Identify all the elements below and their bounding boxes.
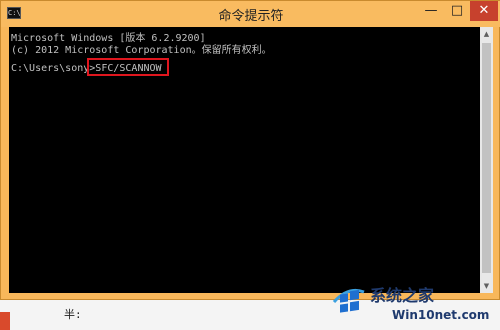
command-prompt-window: C:\ 命令提示符 — □ ✕ Microsoft Windows [版本 6.…	[0, 0, 500, 300]
scroll-up-icon[interactable]: ▲	[480, 27, 493, 41]
close-button[interactable]: ✕	[470, 1, 498, 21]
background-red-badge	[0, 312, 10, 330]
windows-logo-icon	[332, 288, 365, 313]
site-watermark: 系统之家 Win10net.com	[330, 278, 500, 330]
watermark-url: Win10net.com	[392, 308, 490, 322]
command-highlight-box	[87, 58, 169, 76]
maximize-button[interactable]: □	[444, 1, 470, 21]
watermark-site-name: 系统之家	[370, 286, 435, 305]
vertical-scrollbar[interactable]: ▲ ▼	[480, 27, 493, 293]
scrollbar-thumb[interactable]	[482, 43, 491, 273]
console-output[interactable]: Microsoft Windows [版本 6.2.9200] (c) 2012…	[9, 27, 480, 293]
console-line-copyright: (c) 2012 Microsoft Corporation。保留所有权利。	[11, 45, 272, 56]
minimize-button[interactable]: —	[418, 1, 444, 21]
title-bar[interactable]: C:\ 命令提示符 — □ ✕	[1, 1, 500, 27]
console-prompt: C:\Users\sony>	[11, 63, 96, 74]
background-bottom-text: 半:	[64, 308, 82, 321]
